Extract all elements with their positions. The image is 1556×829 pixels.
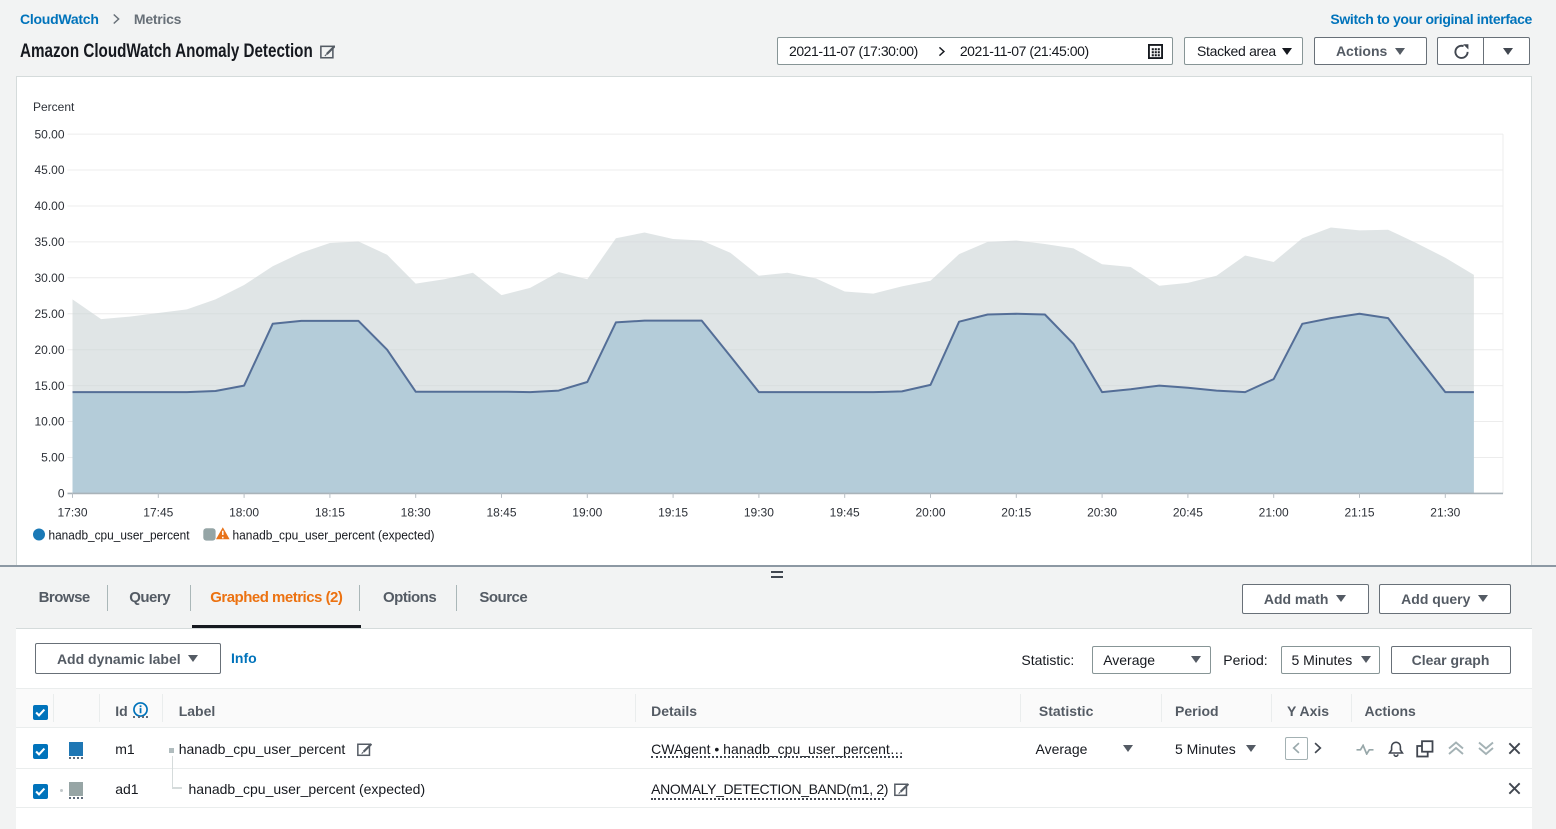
svg-text:15.00: 15.00 xyxy=(34,379,64,393)
svg-text:5.00: 5.00 xyxy=(41,451,65,465)
svg-text:hanadb_cpu_user_percent (expec: hanadb_cpu_user_percent (expected) xyxy=(233,528,435,543)
svg-text:20:30: 20:30 xyxy=(1087,506,1117,520)
svg-text:21:00: 21:00 xyxy=(1259,506,1289,520)
svg-text:18:45: 18:45 xyxy=(486,506,516,520)
svg-text:20:00: 20:00 xyxy=(915,506,945,520)
svg-text:35.00: 35.00 xyxy=(34,235,64,249)
svg-text:21:30: 21:30 xyxy=(1430,506,1460,520)
svg-text:20:15: 20:15 xyxy=(1001,506,1031,520)
svg-text:20:45: 20:45 xyxy=(1173,506,1203,520)
svg-text:18:30: 18:30 xyxy=(401,506,431,520)
svg-text:19:15: 19:15 xyxy=(658,506,688,520)
svg-text:0: 0 xyxy=(58,487,65,501)
svg-text:17:45: 17:45 xyxy=(143,506,173,520)
svg-text:19:45: 19:45 xyxy=(830,506,860,520)
svg-text:45.00: 45.00 xyxy=(34,163,64,177)
svg-text:18:15: 18:15 xyxy=(315,506,345,520)
svg-text:21:15: 21:15 xyxy=(1344,506,1374,520)
svg-text:20.00: 20.00 xyxy=(34,343,64,357)
svg-text:40.00: 40.00 xyxy=(34,199,64,213)
svg-text:10.00: 10.00 xyxy=(34,415,64,429)
svg-text:hanadb_cpu_user_percent: hanadb_cpu_user_percent xyxy=(49,528,190,543)
svg-text:19:00: 19:00 xyxy=(572,506,602,520)
svg-text:Percent: Percent xyxy=(33,100,75,114)
svg-text:30.00: 30.00 xyxy=(34,271,64,285)
svg-text:25.00: 25.00 xyxy=(34,307,64,321)
svg-text:18:00: 18:00 xyxy=(229,506,259,520)
svg-text:17:30: 17:30 xyxy=(57,506,87,520)
svg-text:50.00: 50.00 xyxy=(34,127,64,141)
svg-text:19:30: 19:30 xyxy=(744,506,774,520)
